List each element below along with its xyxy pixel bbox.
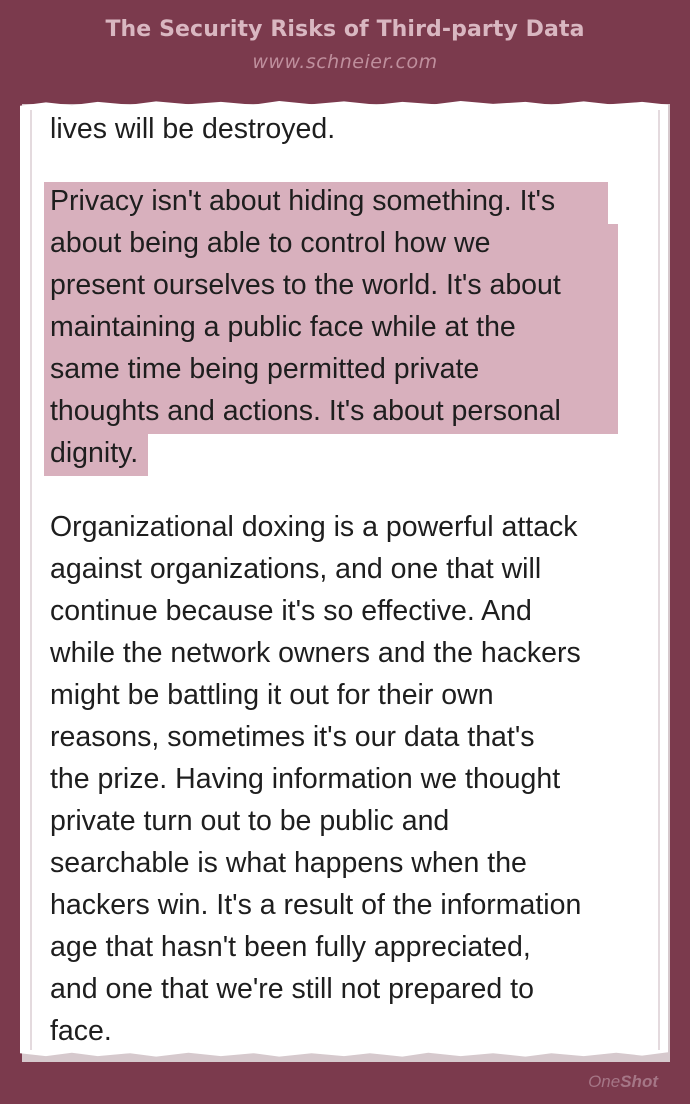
paragraph-line: the prize. Having information we thought xyxy=(50,763,561,795)
article-source-url[interactable]: www.schneier.com xyxy=(0,51,690,73)
highlighted-line: maintaining a public face while at the xyxy=(50,311,516,343)
article-title: The Security Risks of Third-party Data xyxy=(105,17,585,42)
paragraph-line: face. xyxy=(50,1015,112,1047)
lead-fragment: lives will be destroyed. xyxy=(50,113,336,145)
paragraph-line: searchable is what happens when the xyxy=(50,847,527,879)
highlighted-line: same time being permitted private xyxy=(50,353,480,385)
paragraph-line: continue because it's so effective. And xyxy=(50,595,532,627)
paragraph-line: might be battling it out for their own xyxy=(50,679,494,711)
highlighted-passage[interactable]: Privacy isn't about hiding something. It… xyxy=(50,180,561,474)
paragraph-line: age that hasn't been fully appreciated, xyxy=(50,931,531,963)
highlighted-line: Privacy isn't about hiding something. It… xyxy=(50,185,556,217)
brand-bold: Shot xyxy=(620,1072,658,1091)
highlighted-line: about being able to control how we xyxy=(50,227,491,259)
paragraph-line: private turn out to be public and xyxy=(50,805,450,837)
highlighted-line: thoughts and actions. It's about persona… xyxy=(50,395,561,427)
paragraph-line: hackers win. It's a result of the inform… xyxy=(50,889,582,921)
paragraph-line: while the network owners and the hackers xyxy=(50,637,581,669)
header: The Security Risks of Third-party Data w… xyxy=(0,0,690,100)
highlighted-line: present ourselves to the world. It's abo… xyxy=(50,269,561,301)
paragraph-line: and one that we're still not prepared to xyxy=(50,973,534,1005)
paragraph-line: reasons, sometimes it's our data that's xyxy=(50,721,535,753)
paragraph-line: against organizations, and one that will xyxy=(50,553,542,585)
body-paragraph: Organizational doxing is a powerful atta… xyxy=(50,506,581,1052)
highlighted-line: dignity. xyxy=(50,437,139,469)
oneshot-logo: OneShot xyxy=(588,1072,658,1092)
brand-light: One xyxy=(588,1072,621,1091)
paragraph-line: Organizational doxing is a powerful atta… xyxy=(50,511,578,543)
